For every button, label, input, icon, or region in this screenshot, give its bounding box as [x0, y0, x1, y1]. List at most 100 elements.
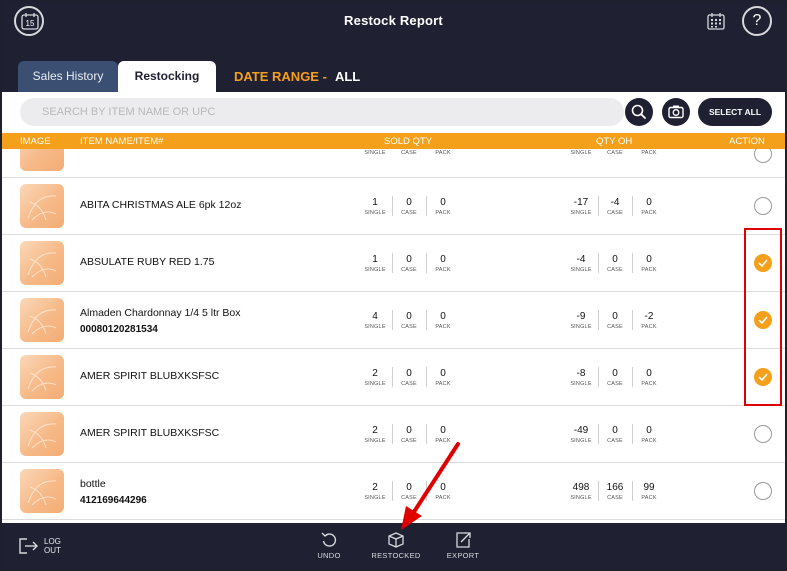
qty-on-hand-value: -17 [573, 197, 589, 208]
sold-qty-value: 0 [406, 368, 412, 379]
row-select-toggle[interactable] [754, 149, 772, 163]
sold-qty-value: 4 [372, 311, 378, 322]
restocked-button[interactable]: RESTOCKED [366, 531, 426, 560]
qty-on-hand-pack: 0 PACK [634, 254, 664, 274]
product-thumbnail [20, 469, 64, 513]
row-select-toggle[interactable] [754, 197, 772, 215]
col-sold-qty: SOLD QTY [384, 136, 433, 147]
export-button[interactable]: EXPORT [444, 531, 482, 560]
item-name: bottle [80, 478, 106, 490]
sold-qty-value: 0 [440, 311, 446, 322]
row-select-toggle[interactable] [754, 482, 772, 500]
qty-label: SINGLE [570, 381, 592, 387]
qty-label: SINGLE [570, 324, 592, 330]
qty-on-hand-value: 99 [643, 482, 655, 493]
qty-divider [632, 424, 633, 444]
undo-icon [321, 532, 337, 547]
tab-strip: Sales History Restocking DATE RANGE - ALL [2, 42, 785, 92]
qty-label: CASE [401, 210, 417, 216]
qty-on-hand-pack: 0 PACK [634, 368, 664, 388]
qty-on-hand-value: 0 [646, 425, 652, 436]
item-name: ABSULATE RUBY RED 1.75 [80, 256, 215, 268]
qty-label: SINGLE [364, 267, 386, 273]
camera-icon [668, 105, 684, 119]
product-thumbnail [20, 355, 64, 399]
sold-qty-value: 0 [406, 197, 412, 208]
qty-divider [392, 310, 393, 330]
qty-label: CASE [607, 210, 623, 216]
date-range[interactable]: DATE RANGE - ALL [234, 69, 360, 84]
table-row[interactable]: ABITA CHRISTMAS ALE 6pk 12oz 1 SINGLE 0 CASE… [2, 178, 785, 235]
qty-on-hand-pack: 99 PACK [634, 482, 664, 502]
qty-on-hand-value: -2 [644, 311, 654, 322]
table-row[interactable]: AMER SPIRIT BLUBXKSFSC 2 SINGLE 0 CASE 0 PACK -… [2, 406, 785, 463]
sold-qty-single: 1 SINGLE [360, 254, 390, 274]
qty-divider [598, 424, 599, 444]
table-row[interactable]: AMER SPIRIT BLUBXKSFSC 2 SINGLE 0 CASE 0 PACK -… [2, 349, 785, 406]
undo-label: UNDO [317, 551, 341, 560]
qty-divider [426, 310, 427, 330]
search-button[interactable] [625, 98, 653, 126]
sold-qty-value: 1 [372, 197, 378, 208]
date-range-label: DATE RANGE - [234, 69, 327, 84]
tab-sales-history[interactable]: Sales History [18, 61, 118, 92]
table-row[interactable]: bottle 412169644296 2 SINGLE 0 CASE 0 PACK 498 SI… [2, 463, 785, 520]
restock-list[interactable]: SINGLE CASE PACK SINGLE CASE PACK ABITA … [2, 149, 785, 523]
qty-divider [598, 310, 599, 330]
qty-label: SINGLE [570, 438, 592, 444]
undo-button[interactable]: UNDO [314, 531, 344, 560]
qty-label: CASE [401, 438, 417, 444]
qty-label: SINGLE [364, 150, 386, 156]
qty-divider [632, 481, 633, 501]
product-thumbnail [20, 149, 64, 171]
camera-button[interactable] [662, 98, 690, 126]
qty-label: SINGLE [570, 210, 592, 216]
item-name: ABITA CHRISTMAS ALE 6pk 12oz [80, 199, 242, 211]
qty-divider [392, 481, 393, 501]
qty-on-hand-value: 0 [646, 368, 652, 379]
qty-label: PACK [641, 381, 657, 387]
qty-label: PACK [641, 324, 657, 330]
logout-label-1: LOG [44, 537, 61, 546]
qty-on-hand-single: -8 SINGLE [566, 368, 596, 388]
sold-qty-value: 0 [406, 311, 412, 322]
tab-restocking[interactable]: Restocking [118, 61, 216, 92]
qty-divider [632, 310, 633, 330]
qty-label: CASE [401, 495, 417, 501]
help-icon[interactable]: ? [742, 6, 772, 36]
qty-on-hand-value: 0 [612, 254, 618, 265]
select-all-button[interactable]: SELECT ALL [698, 98, 772, 126]
table-row[interactable]: ABSULATE RUBY RED 1.75 1 SINGLE 0 CASE 0 PACK -… [2, 235, 785, 292]
qty-label: PACK [435, 495, 451, 501]
qty-divider [392, 253, 393, 273]
qty-label: CASE [607, 267, 623, 273]
search-input[interactable] [20, 98, 624, 126]
qty-label: SINGLE [364, 438, 386, 444]
logout-icon [19, 538, 38, 554]
sold-qty-pack: 0 PACK [428, 311, 458, 331]
qty-label: PACK [435, 267, 451, 273]
search-icon [631, 104, 646, 119]
qty-label: PACK [435, 381, 451, 387]
sold-qty-case: 0 CASE [394, 482, 424, 502]
table-row-partial[interactable]: SINGLE CASE PACK SINGLE CASE PACK [2, 149, 785, 178]
sold-qty-case: 0 CASE [394, 368, 424, 388]
sold-qty-single: 1 SINGLE [360, 197, 390, 217]
sold-qty-value: 0 [406, 482, 412, 493]
col-item-name: ITEM NAME/ITEM# [80, 136, 164, 147]
qty-label: SINGLE [364, 381, 386, 387]
sold-qty-pack: 0 PACK [428, 197, 458, 217]
qty-on-hand-pack: 0 PACK [634, 197, 664, 217]
row-select-toggle[interactable] [754, 425, 772, 443]
calendar-grid-icon[interactable] [706, 12, 726, 30]
qty-on-hand-value: -49 [573, 425, 589, 436]
logout-button[interactable]: LOG OUT [18, 537, 61, 560]
sold-qty-value: 1 [372, 254, 378, 265]
qty-divider [598, 253, 599, 273]
qty-label: PACK [435, 210, 451, 216]
qty-label: CASE [607, 324, 623, 330]
table-row[interactable]: Almaden Chardonnay 1/4 5 ltr Box 00080120… [2, 292, 785, 349]
page-title: Restock Report [344, 13, 443, 28]
item-upc: 412169644296 [80, 495, 147, 506]
qty-on-hand-case: 166 CASE [600, 482, 630, 502]
